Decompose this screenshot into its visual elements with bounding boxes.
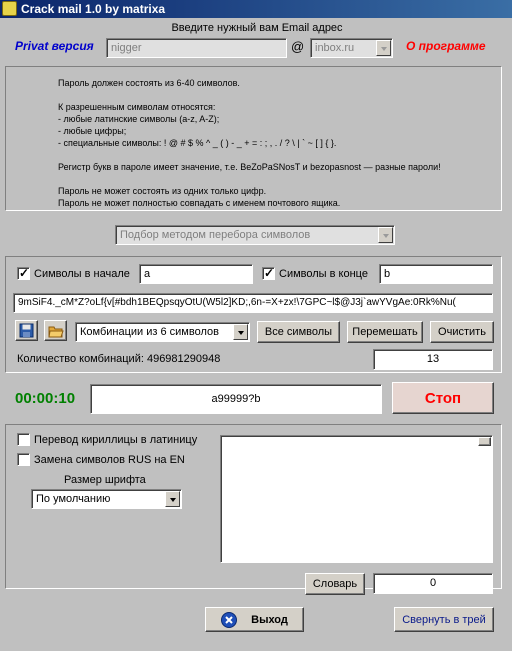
close-circle-icon: [221, 611, 238, 628]
all-symbols-button[interactable]: Все символы: [257, 321, 340, 343]
chevron-down-icon[interactable]: [378, 227, 393, 243]
start-symbols-option[interactable]: Символы в начале: [17, 266, 130, 280]
symbols-input[interactable]: 9mSiF4._cM*Z?oLf{v[#bdh1BEQpsqyOtU(W5l2]…: [13, 293, 493, 313]
title-bar: Crack mail 1.0 by matrixa: [0, 0, 512, 18]
combinations-select[interactable]: Комбинации из 6 символов: [75, 322, 250, 342]
combinations-value: Комбинации из 6 символов: [80, 326, 219, 338]
end-symbols-option[interactable]: Символы в конце: [262, 266, 368, 280]
privat-version-label[interactable]: Privat версия: [15, 39, 94, 53]
minimize-to-tray-button[interactable]: Свернуть в трей: [394, 607, 494, 632]
translit-option[interactable]: Перевод кириллицы в латиницу: [17, 433, 197, 446]
start-symbols-label: Символы в начале: [34, 267, 130, 280]
current-password-field: a99999?b: [90, 384, 382, 414]
font-size-label: Размер шрифта: [64, 474, 146, 486]
chevron-down-icon[interactable]: [165, 491, 180, 507]
replace-label: Замена символов RUS на EN: [34, 453, 185, 466]
font-size-select[interactable]: По умолчанию: [31, 489, 182, 509]
about-link[interactable]: О программе: [406, 39, 486, 53]
dictionary-count-field: 0: [373, 573, 493, 594]
start-symbols-checkbox[interactable]: [17, 266, 30, 280]
info-line: [58, 89, 498, 101]
elapsed-timer: 00:00:10: [15, 390, 76, 407]
replace-checkbox[interactable]: [17, 453, 30, 466]
info-line: - любые латинские символы (a-z, A-Z);: [58, 114, 220, 124]
domain-value: inbox.ru: [315, 42, 355, 54]
info-line: Пароль должен состоять из 6-40 символов.: [58, 78, 240, 88]
options-panel: Перевод кириллицы в латиницу Замена симв…: [5, 424, 502, 595]
dictionary-textarea[interactable]: [220, 435, 493, 563]
exit-label: Выход: [251, 613, 288, 626]
info-panel: Пароль должен состоять из 6-40 символов.…: [5, 66, 502, 211]
scroll-up-icon[interactable]: [478, 437, 491, 446]
charset-panel: Символы в начале a Символы в конце b 9mS…: [5, 256, 502, 373]
end-symbols-checkbox[interactable]: [262, 266, 275, 280]
save-button[interactable]: [15, 320, 38, 341]
floppy-disk-icon: [19, 323, 34, 338]
info-line: Пароль не может полностью совпадать с им…: [58, 198, 341, 208]
info-line: Пароль не может состоять из одних только…: [58, 186, 267, 196]
main-window: Введите нужный вам Email адрес Privat ве…: [0, 18, 512, 651]
translit-checkbox[interactable]: [17, 433, 30, 446]
dictionary-button[interactable]: Словарь: [305, 573, 365, 595]
info-line: - любые цифры;: [58, 126, 127, 136]
chevron-down-icon[interactable]: [233, 324, 248, 340]
info-text: Пароль должен состоять из 6-40 символов.…: [58, 77, 498, 209]
translit-label: Перевод кириллицы в латиницу: [34, 433, 198, 446]
info-line: [58, 173, 498, 185]
stop-button[interactable]: Стоп: [392, 382, 494, 414]
replace-option[interactable]: Замена символов RUS на EN: [17, 453, 185, 466]
domain-select[interactable]: inbox.ru: [310, 38, 393, 58]
at-sign: @: [291, 39, 305, 54]
info-line: К разрешенным символам относятся:: [58, 102, 216, 112]
email-prompt: Введите нужный вам Email адрес: [171, 22, 343, 34]
folder-icon: [47, 326, 64, 337]
font-size-value: По умолчанию: [36, 493, 111, 505]
method-select[interactable]: Подбор методом перебора символов: [115, 225, 395, 245]
login-input[interactable]: nigger: [106, 38, 287, 58]
end-symbols-input[interactable]: b: [379, 264, 493, 284]
end-symbols-label: Символы в конце: [279, 267, 368, 280]
open-button[interactable]: [44, 320, 67, 341]
app-icon: [2, 1, 17, 16]
method-value: Подбор методом перебора символов: [120, 229, 311, 241]
chevron-down-icon[interactable]: [376, 40, 391, 56]
start-symbols-input[interactable]: a: [139, 264, 253, 284]
clear-button[interactable]: Очистить: [430, 321, 494, 343]
combinations-count-label: Количество комбинаций: 496981290948: [17, 353, 221, 365]
combinations-count-field: 13: [373, 349, 493, 370]
shuffle-button[interactable]: Перемешать: [347, 321, 423, 343]
info-line: - специальные символы: ! @ # $ % ^ _ ( )…: [58, 138, 337, 148]
info-line: [58, 149, 498, 161]
exit-button[interactable]: Выход: [205, 607, 304, 632]
window-title: Crack mail 1.0 by matrixa: [21, 2, 166, 16]
info-line: Регистр букв в пароле имеет значение, т.…: [58, 162, 441, 172]
